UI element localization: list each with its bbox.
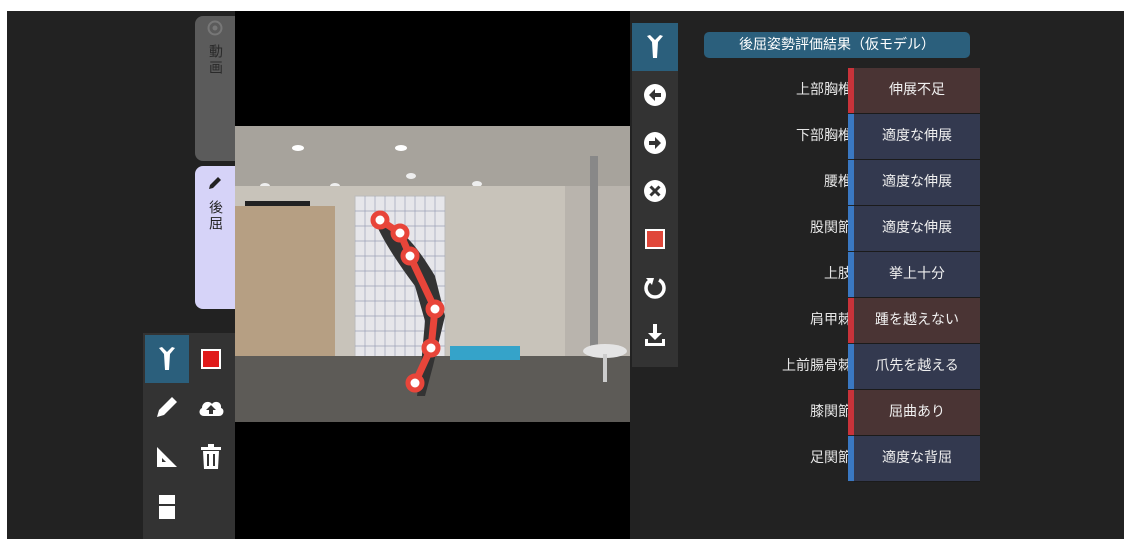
panel-button[interactable] [145,483,189,531]
download-icon [645,324,665,346]
result-value: 挙上十分 [854,252,980,298]
arrow-right-icon [644,132,666,154]
result-value: 適度な背屈 [854,436,980,482]
close-icon [644,180,666,202]
result-label: 上前腸骨棘 [782,358,852,374]
tab-back-bend[interactable]: 後屈 [195,166,235,309]
prev-frame-button[interactable] [632,71,678,119]
next-frame-button[interactable] [632,119,678,167]
result-row: 上部胸椎 伸展不足 [707,68,982,114]
posture-tool-button[interactable] [145,335,189,383]
result-row: 肩甲棘 踵を越えない [707,298,982,344]
result-value: 適度な伸展 [854,206,980,252]
arrow-left-icon [644,84,666,106]
result-label: 肩甲棘 [810,312,852,328]
video-scene [235,126,630,422]
cloud-upload-icon [199,401,224,416]
results-title: 後屈姿勢評価結果（仮モデル） [704,32,970,58]
result-label: 上部胸椎 [796,82,852,98]
result-label: 股関節 [810,220,852,236]
stop-button[interactable] [632,215,678,263]
result-row: 股関節 適度な伸展 [707,206,982,252]
result-label: 足関節 [810,450,852,466]
upload-button[interactable] [189,383,233,431]
result-row: 足関節 適度な背屈 [707,436,982,482]
posture-icon [159,347,175,370]
tab-video-label: 動画 [207,44,223,76]
rotate-icon [644,278,666,299]
result-row: 上前腸骨棘 爪先を越える [707,344,982,390]
reset-button[interactable] [632,263,678,311]
panel-icon [159,495,175,519]
tab-video[interactable]: 動画 [195,16,235,161]
result-value: 爪先を越える [854,344,980,390]
playback-toolbar [632,23,678,367]
close-button[interactable] [632,167,678,215]
delete-button[interactable] [189,433,233,481]
stop-icon [645,229,665,249]
video-player[interactable] [235,11,630,539]
trash-icon [201,444,221,469]
result-value: 適度な伸展 [854,114,980,160]
video-icon [207,20,223,36]
result-value: 屈曲あり [854,390,980,436]
result-value: 適度な伸展 [854,160,980,206]
measure-button[interactable] [145,433,189,481]
pencil-icon [157,397,177,417]
video-frame [235,126,630,422]
result-value: 踵を越えない [854,298,980,344]
tab-back-bend-label: 後屈 [207,200,223,232]
app-window: 動画 後屈 後屈姿勢評価結果（仮モデル） 上部胸椎 伸展不足 下部胸椎 適度な伸… [7,11,1124,539]
result-value: 伸展不足 [854,68,980,114]
stop-button[interactable] [189,335,233,383]
result-row: 腰椎 適度な伸展 [707,160,982,206]
posture-view-button[interactable] [632,23,678,71]
ruler-icon [157,447,177,467]
result-row: 膝関節 屈曲あり [707,390,982,436]
result-row: 上肢 挙上十分 [707,252,982,298]
result-label: 下部胸椎 [796,128,852,144]
tool-palette [143,333,235,539]
draw-button[interactable] [145,383,189,431]
download-button[interactable] [632,311,678,359]
result-label: 膝関節 [810,404,852,420]
result-row: 下部胸椎 適度な伸展 [707,114,982,160]
pencil-icon [209,177,221,189]
stop-icon [201,349,221,369]
posture-icon [647,35,663,58]
